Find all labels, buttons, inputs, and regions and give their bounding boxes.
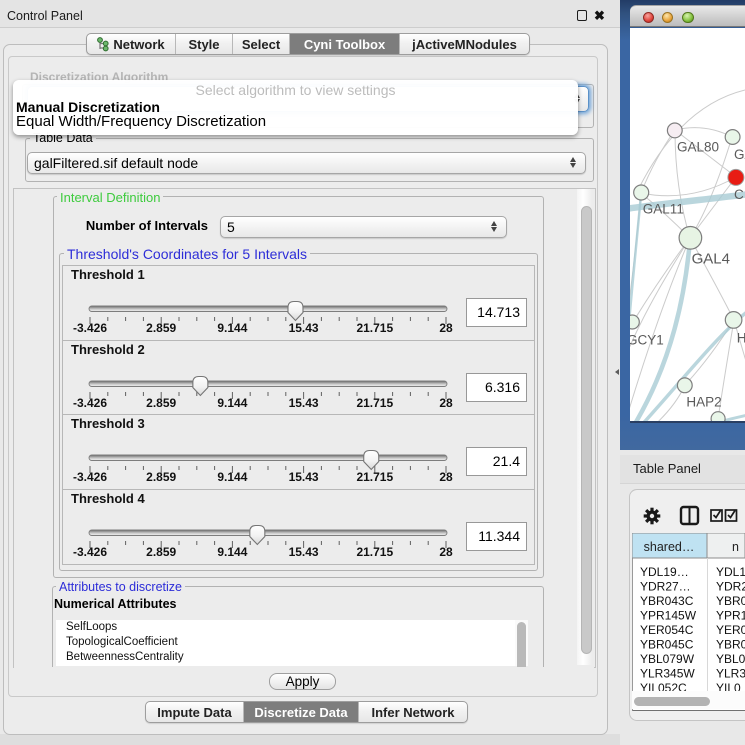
- svg-text:n: n: [732, 540, 739, 554]
- svg-text:9.144: 9.144: [217, 321, 247, 332]
- svg-text:YBL0: YBL0: [716, 652, 745, 666]
- svg-text:YDL19…: YDL19…: [640, 565, 689, 579]
- svg-text:YLR3: YLR3: [716, 667, 745, 681]
- svg-text:2.859: 2.859: [146, 470, 176, 481]
- svg-text:28: 28: [439, 321, 453, 332]
- svg-text:2.859: 2.859: [146, 545, 176, 556]
- svg-text:2.859: 2.859: [146, 396, 176, 407]
- svg-text:H: H: [737, 331, 745, 346]
- svg-text:28: 28: [439, 545, 453, 556]
- svg-text:-3.426: -3.426: [73, 321, 107, 332]
- svg-text:GAL4: GAL4: [692, 250, 730, 267]
- svg-text:15.43: 15.43: [289, 321, 319, 332]
- svg-text:GCY1: GCY1: [630, 333, 664, 348]
- svg-text:YER054C: YER054C: [640, 623, 694, 637]
- svg-text:YPR1: YPR1: [716, 609, 745, 623]
- svg-text:YBR0: YBR0: [716, 594, 745, 608]
- svg-text:GAL80: GAL80: [677, 140, 719, 155]
- svg-text:YDR27…: YDR27…: [640, 579, 691, 593]
- svg-text:9.144: 9.144: [217, 470, 247, 481]
- svg-text:21.715: 21.715: [356, 545, 393, 556]
- svg-text:YLR345W: YLR345W: [640, 667, 695, 681]
- svg-text:15.43: 15.43: [289, 470, 319, 481]
- svg-text:GAL11: GAL11: [643, 202, 684, 217]
- svg-text:GA: GA: [734, 147, 745, 162]
- svg-text:-3.426: -3.426: [73, 545, 107, 556]
- svg-text:15.43: 15.43: [289, 545, 319, 556]
- svg-text:-3.426: -3.426: [73, 396, 107, 407]
- svg-text:21.715: 21.715: [356, 396, 393, 407]
- svg-text:YBL079W: YBL079W: [640, 652, 695, 666]
- svg-text:shared…: shared…: [644, 540, 695, 554]
- svg-text:28: 28: [439, 396, 453, 407]
- svg-text:HAP2: HAP2: [686, 394, 721, 409]
- svg-text:YBR043C: YBR043C: [640, 594, 694, 608]
- svg-text:C: C: [734, 187, 744, 202]
- svg-text:YER0: YER0: [716, 623, 745, 637]
- svg-text:YDR2: YDR2: [716, 579, 745, 593]
- svg-text:28: 28: [439, 470, 453, 481]
- svg-text:21.715: 21.715: [356, 470, 393, 481]
- svg-text:YPR145W: YPR145W: [640, 609, 697, 623]
- svg-text:YBR045C: YBR045C: [640, 638, 694, 652]
- svg-text:2.859: 2.859: [146, 321, 176, 332]
- svg-text:15.43: 15.43: [289, 396, 319, 407]
- svg-text:21.715: 21.715: [356, 321, 393, 332]
- svg-text:-3.426: -3.426: [73, 470, 107, 481]
- svg-text:YDL1: YDL1: [716, 565, 745, 579]
- svg-text:YBR0: YBR0: [716, 638, 745, 652]
- svg-text:9.144: 9.144: [217, 545, 247, 556]
- svg-text:9.144: 9.144: [217, 396, 247, 407]
